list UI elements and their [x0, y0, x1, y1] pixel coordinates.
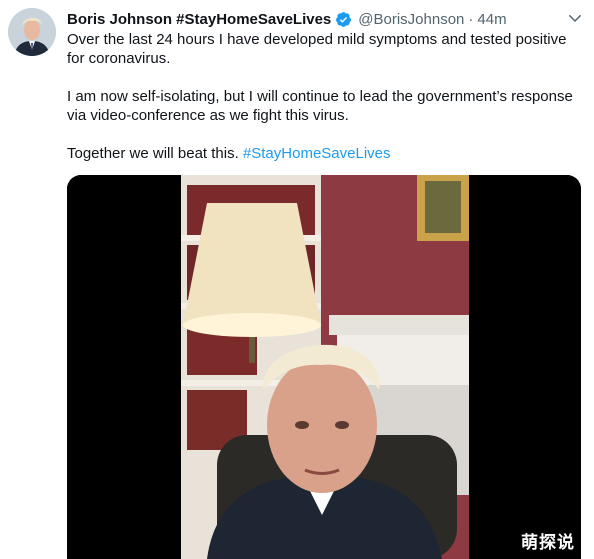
watermark-text: 萌探说 — [521, 533, 575, 553]
tweet-paragraph-3-text: Together we will beat this. — [67, 145, 243, 162]
author-name[interactable]: Boris Johnson #StayHomeSaveLives — [67, 11, 331, 28]
chevron-down-icon[interactable] — [566, 9, 584, 27]
video-frame — [67, 175, 581, 559]
avatar[interactable] — [8, 8, 56, 56]
tweet-text: Over the last 24 hours I have developed … — [67, 30, 577, 182]
tweet-paragraph-1: Over the last 24 hours I have developed … — [67, 31, 567, 67]
verified-badge-icon — [336, 11, 352, 27]
avatar-image — [8, 8, 56, 56]
video-media[interactable]: 萌探说 — [67, 175, 581, 559]
hashtag-link[interactable]: #StayHomeSaveLives — [243, 145, 391, 162]
separator-dot: · — [468, 10, 474, 28]
tweet-header: Boris Johnson #StayHomeSaveLives @BorisJ… — [67, 8, 584, 30]
author-handle[interactable]: @BorisJohnson — [358, 11, 464, 28]
timestamp[interactable]: 44m — [477, 11, 506, 28]
tweet-paragraph-2: I am now self-isolating, but I will cont… — [67, 88, 573, 124]
tweet-paragraph-3: Together we will beat this. #StayHomeSav… — [67, 144, 577, 163]
